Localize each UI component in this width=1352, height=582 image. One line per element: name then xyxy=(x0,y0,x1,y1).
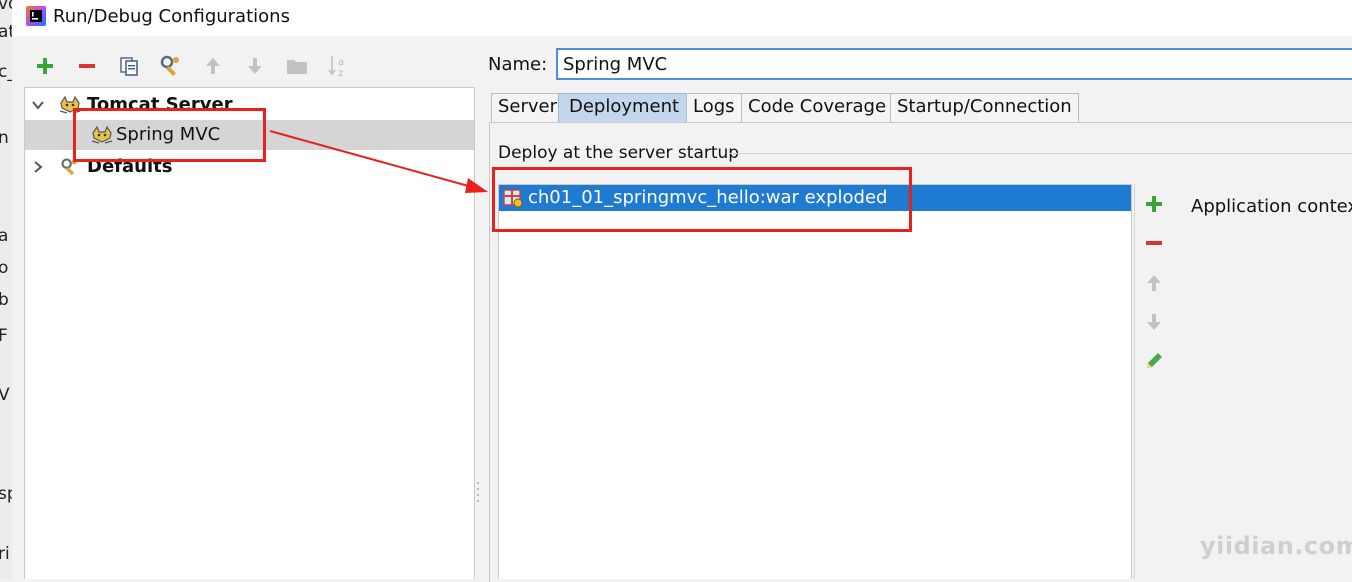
move-up-button[interactable] xyxy=(200,53,226,79)
move-artifact-up-button[interactable] xyxy=(1143,272,1165,294)
splitter-handle[interactable] xyxy=(476,480,480,504)
move-down-button[interactable] xyxy=(242,53,268,79)
behind-text: o xyxy=(0,258,9,278)
edit-artifact-button[interactable] xyxy=(1143,350,1165,372)
copy-icon xyxy=(120,57,138,76)
background-window-edge: vo at c_ n a o b F V sp ri xyxy=(0,0,12,579)
group-border xyxy=(730,153,1352,154)
behind-text: ri xyxy=(0,544,10,564)
sort-z-letter: z xyxy=(338,68,343,78)
name-input[interactable] xyxy=(556,48,1352,80)
watermark: yiidian.com xyxy=(1200,532,1352,560)
sort-az-icon: a z xyxy=(328,56,344,78)
annotation-box-artifact xyxy=(492,167,912,232)
remove-configuration-button[interactable] xyxy=(74,53,100,79)
artifact-list[interactable] xyxy=(498,184,1132,579)
tab-startup-connection[interactable]: Startup/Connection xyxy=(890,93,1079,122)
move-artifact-down-button[interactable] xyxy=(1143,311,1165,333)
plus-icon xyxy=(37,58,53,74)
minus-icon xyxy=(79,64,95,68)
behind-text: vo xyxy=(0,0,12,14)
chevron-right-icon[interactable] xyxy=(31,160,45,174)
intellij-app-icon xyxy=(26,6,46,26)
minus-icon xyxy=(1146,241,1162,245)
annotation-box-config xyxy=(73,108,266,162)
add-artifact-button[interactable] xyxy=(1143,193,1165,215)
behind-text: c_ xyxy=(0,62,12,82)
behind-text: a xyxy=(0,226,9,246)
sort-a-letter: a xyxy=(338,57,344,68)
plus-icon xyxy=(1146,196,1162,212)
behind-text: F xyxy=(0,326,8,346)
behind-text: V xyxy=(0,385,10,405)
create-folder-button[interactable] xyxy=(284,53,310,79)
tab-logs[interactable]: Logs xyxy=(686,93,742,122)
behind-text: at xyxy=(0,22,12,42)
deploy-group-title: Deploy at the server startup xyxy=(498,143,740,163)
folder-icon xyxy=(287,60,307,74)
arrow-down-icon xyxy=(248,58,262,74)
arrow-up-icon xyxy=(1147,275,1161,291)
copy-configuration-button[interactable] xyxy=(116,53,142,79)
behind-text: n xyxy=(0,128,9,148)
pencil-icon xyxy=(1147,353,1162,368)
tab-deployment[interactable]: Deployment xyxy=(558,93,689,122)
application-context-label: Application contex xyxy=(1191,196,1352,217)
remove-artifact-button[interactable] xyxy=(1143,232,1165,254)
behind-text: b xyxy=(0,290,9,310)
add-configuration-button[interactable] xyxy=(32,53,58,79)
sort-configurations-button[interactable]: a z xyxy=(326,53,352,79)
name-label: Name: xyxy=(488,54,548,75)
wrench-icon xyxy=(160,55,179,76)
edit-defaults-button[interactable] xyxy=(158,53,184,79)
window-title: Run/Debug Configurations xyxy=(53,6,290,27)
arrow-up-icon xyxy=(206,58,220,74)
chevron-down-icon[interactable] xyxy=(31,98,45,112)
behind-text: sp xyxy=(0,484,12,504)
tab-server[interactable]: Server xyxy=(491,93,565,122)
tab-code-coverage[interactable]: Code Coverage xyxy=(741,93,894,122)
arrow-down-icon xyxy=(1147,314,1161,330)
